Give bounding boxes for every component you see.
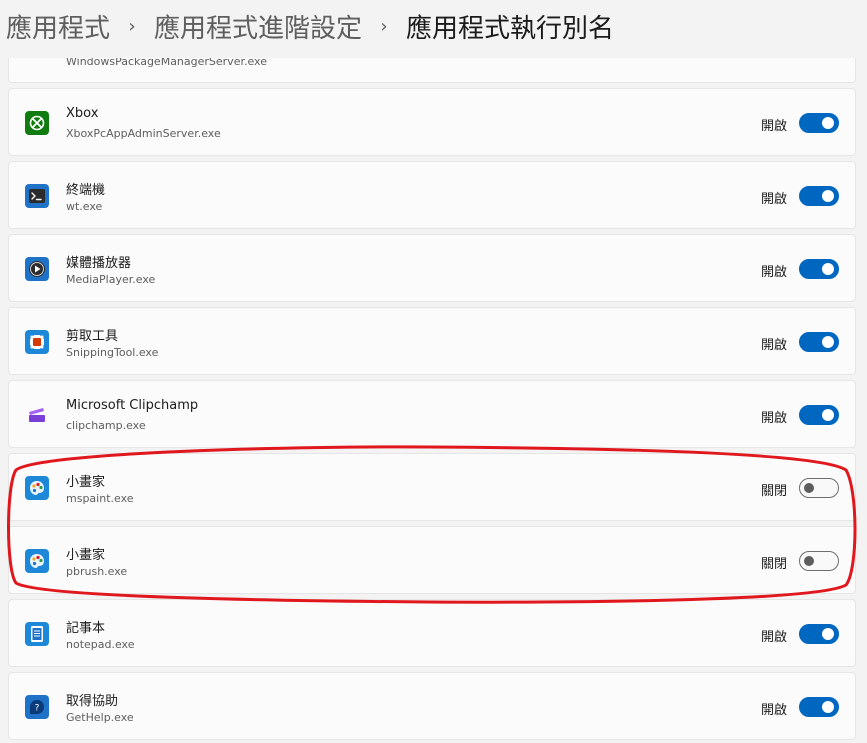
alias-toggle[interactable] — [799, 332, 839, 352]
toggle-knob — [822, 701, 834, 713]
list-item: 小畫家 mspaint.exe 關閉 — [8, 453, 856, 521]
alias-toggle[interactable] — [799, 551, 839, 571]
alias-toggle[interactable] — [799, 405, 839, 425]
list-item: 記事本 notepad.exe 開啟 — [8, 599, 856, 667]
toggle-state-label: 開啟 — [760, 338, 787, 353]
toggle-knob — [822, 117, 834, 129]
app-name: 小畫家 — [66, 548, 106, 563]
clipchamp-icon — [25, 403, 49, 427]
alias-toggle[interactable] — [799, 478, 839, 498]
app-exe: clipchamp.exe — [66, 419, 146, 432]
list-item: Xbox XboxPcAppAdminServer.exe 開啟 — [8, 88, 856, 156]
toggle-state-label: 開啟 — [760, 192, 787, 207]
xbox-icon — [25, 111, 49, 135]
app-name: 終端機 — [66, 183, 106, 198]
toggle-knob — [822, 336, 834, 348]
terminal-icon — [25, 184, 49, 208]
toggle-knob — [822, 190, 834, 202]
toggle-state-label: 開啟 — [760, 265, 787, 280]
toggle-state-label: 開啟 — [760, 630, 787, 645]
chevron-right-icon: › — [128, 15, 136, 37]
app-name: 媒體播放器 — [66, 256, 132, 271]
breadcrumb-item-apps[interactable]: 應用程式 — [6, 8, 110, 45]
toggle-state-label: 開啟 — [760, 411, 787, 426]
list-item: Microsoft Clipchamp clipchamp.exe 開啟 — [8, 380, 856, 448]
alias-toggle[interactable] — [799, 259, 839, 279]
list-item: 剪取工具 SnippingTool.exe 開啟 — [8, 307, 856, 375]
list-item: 媒體播放器 MediaPlayer.exe 開啟 — [8, 234, 856, 302]
app-exe: mspaint.exe — [66, 492, 134, 505]
app-exe: pbrush.exe — [66, 565, 128, 578]
app-alias-list: WindowsPackageManagerServer.exe Xbox Xbo… — [0, 0, 867, 743]
get-help-icon: ? — [25, 695, 49, 719]
app-exe: SnippingTool.exe — [66, 346, 159, 359]
alias-toggle[interactable] — [799, 697, 839, 717]
toggle-knob — [804, 483, 814, 493]
alias-toggle[interactable] — [799, 624, 839, 644]
toggle-knob — [804, 556, 814, 566]
alias-toggle[interactable] — [799, 113, 839, 133]
list-item: 終端機 wt.exe 開啟 — [8, 161, 856, 229]
app-exe: MediaPlayer.exe — [66, 273, 156, 286]
breadcrumb: 應用程式 › 應用程式進階設定 › 應用程式執行別名 — [0, 0, 867, 52]
breadcrumb-item-advanced-settings[interactable]: 應用程式進階設定 — [154, 8, 362, 45]
toggle-knob — [822, 263, 834, 275]
list-item: 小畫家 pbrush.exe 關閉 — [8, 526, 856, 594]
app-name: Xbox — [66, 106, 99, 121]
paint-icon — [25, 549, 49, 573]
app-name: Microsoft Clipchamp — [66, 398, 199, 413]
toggle-knob — [822, 628, 834, 640]
app-exe: wt.exe — [66, 200, 103, 213]
media-player-icon — [25, 257, 49, 281]
toggle-state-label: 開啟 — [760, 703, 787, 718]
app-name: 小畫家 — [66, 475, 106, 490]
alias-toggle[interactable] — [799, 186, 839, 206]
app-exe: XboxPcAppAdminServer.exe — [66, 127, 221, 140]
app-name: 取得協助 — [66, 694, 119, 709]
chevron-right-icon: › — [380, 15, 388, 37]
app-name: 剪取工具 — [66, 329, 119, 344]
svg-text:?: ? — [35, 704, 40, 714]
app-exe: notepad.exe — [66, 638, 135, 651]
page-title: 應用程式執行別名 — [406, 13, 615, 44]
toggle-state-label: 開啟 — [760, 119, 787, 134]
app-name: 記事本 — [66, 621, 106, 636]
paint-icon — [25, 476, 49, 500]
toggle-state-label: 關閉 — [760, 557, 787, 572]
list-item: ? 取得協助 GetHelp.exe 開啟 — [8, 672, 856, 740]
toggle-knob — [822, 409, 834, 421]
notepad-icon — [25, 622, 49, 646]
toggle-state-label: 關閉 — [760, 484, 787, 499]
snipping-tool-icon — [25, 330, 49, 354]
app-exe: GetHelp.exe — [66, 711, 134, 724]
